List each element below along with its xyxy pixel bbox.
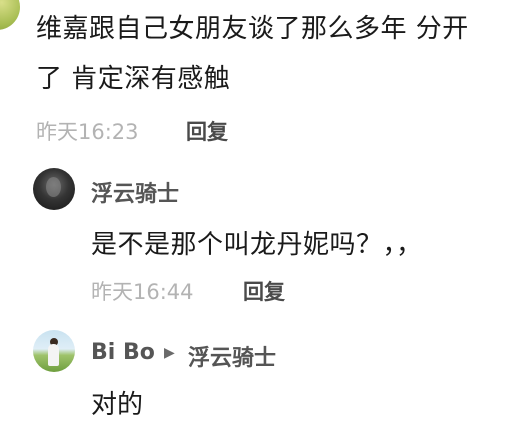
reply-timestamp: 昨天16:44 <box>91 280 194 304</box>
reply-author[interactable]: 浮云骑士 <box>91 176 179 208</box>
reply-button[interactable]: 回复 <box>243 276 285 306</box>
avatar[interactable] <box>33 330 75 372</box>
comment-text-line-2: 了 肯定深有感触 <box>36 64 231 94</box>
comment-text-line-1: 维嘉跟自己女朋友谈了那么多年 分开 <box>36 14 469 44</box>
avatar[interactable] <box>33 168 75 210</box>
reply-text: 是不是那个叫龙丹妮吗？，， <box>91 230 423 260</box>
reply-button[interactable]: 回复 <box>186 116 228 146</box>
comment-timestamp: 昨天16:23 <box>36 120 139 144</box>
reply-text: 对的 <box>91 390 144 420</box>
avatar-person-body <box>48 344 59 366</box>
triangle-right-icon: ▶ <box>164 345 175 361</box>
reply-author[interactable]: Bi Bo <box>91 340 155 365</box>
avatar-face <box>46 177 61 197</box>
avatar[interactable] <box>0 0 20 30</box>
reply-to-user[interactable]: 浮云骑士 <box>188 340 276 372</box>
